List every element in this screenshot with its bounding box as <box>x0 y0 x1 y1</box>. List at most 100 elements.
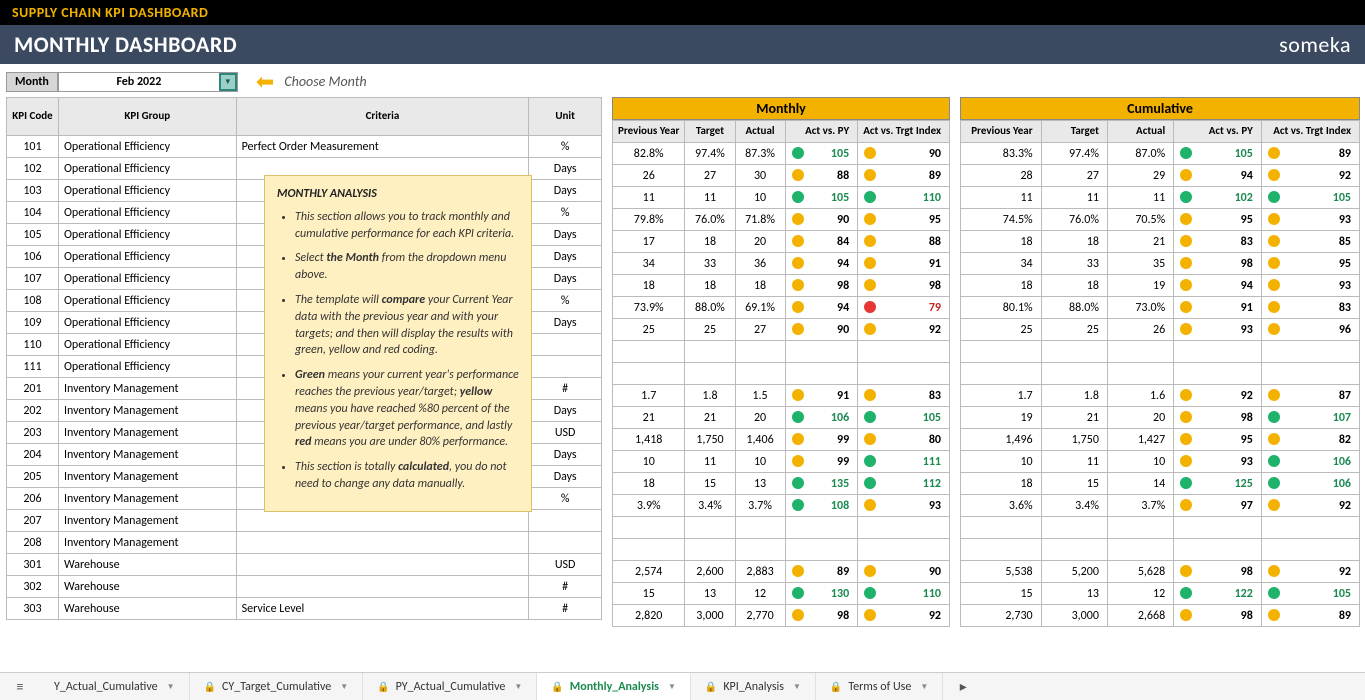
more-tabs-icon[interactable]: ▸ <box>943 678 983 695</box>
index-cell: 93 <box>1174 451 1262 473</box>
table-row[interactable]: 1,4961,7501,4279582 <box>961 429 1360 451</box>
py-cell: 2,574 <box>613 561 685 583</box>
table-row[interactable]: 212120106105 <box>613 407 950 429</box>
table-row[interactable]: 2627308889 <box>613 165 950 187</box>
status-dot-icon <box>1180 279 1192 291</box>
table-row[interactable]: 301WarehouseUSD <box>7 554 602 576</box>
status-dot-icon <box>1180 389 1192 401</box>
table-row[interactable]: 80.1%88.0%73.0%9183 <box>961 297 1360 319</box>
status-dot-icon <box>864 499 876 511</box>
table-row[interactable] <box>613 363 950 385</box>
table-row[interactable] <box>613 517 950 539</box>
table-row[interactable]: 1818189898 <box>613 275 950 297</box>
table-row[interactable] <box>961 539 1360 561</box>
actual-cell <box>735 363 785 385</box>
table-row[interactable]: 10111093106 <box>961 451 1360 473</box>
table-row[interactable]: 3433369491 <box>613 253 950 275</box>
table-row[interactable]: 151312130110 <box>613 583 950 605</box>
table-row[interactable]: 1,4181,7501,4069980 <box>613 429 950 451</box>
table-row[interactable] <box>961 363 1360 385</box>
unit-cell: Days <box>529 400 602 422</box>
table-row[interactable]: 302Warehouse# <box>7 576 602 598</box>
status-dot-icon <box>792 257 804 269</box>
table-row[interactable]: 2525279092 <box>613 319 950 341</box>
table-row[interactable] <box>961 517 1360 539</box>
status-dot-icon <box>1180 191 1192 203</box>
table-row[interactable]: 151312122105 <box>961 583 1360 605</box>
index-cell: 98 <box>1174 561 1262 583</box>
hamburger-icon[interactable]: ≡ <box>0 678 40 695</box>
target-cell: 3,000 <box>685 605 735 627</box>
table-row[interactable]: 303WarehouseService Level# <box>7 598 602 620</box>
table-row[interactable]: 83.3%97.4%87.0%10589 <box>961 143 1360 165</box>
target-cell: 3.4% <box>1041 495 1107 517</box>
month-select[interactable]: Feb 2022 ▼ <box>58 72 238 92</box>
table-row[interactable]: 181514125106 <box>961 473 1360 495</box>
col-actual-c: Actual <box>1107 121 1173 143</box>
status-dot-icon <box>1268 235 1280 247</box>
chevron-down-icon[interactable]: ▼ <box>219 73 237 91</box>
table-row[interactable] <box>613 341 950 363</box>
status-dot-icon <box>1268 301 1280 313</box>
table-row[interactable]: 181513135112 <box>613 473 950 495</box>
status-dot-icon <box>1180 169 1192 181</box>
table-row[interactable]: 1.71.81.59183 <box>613 385 950 407</box>
table-row[interactable] <box>961 341 1360 363</box>
py-cell: 18 <box>613 275 685 297</box>
table-row[interactable]: 1718208488 <box>613 231 950 253</box>
table-row[interactable]: 74.5%76.0%70.5%9593 <box>961 209 1360 231</box>
index-cell: 89 <box>785 561 858 583</box>
actual-cell: 10 <box>1107 451 1173 473</box>
col-unit: Unit <box>529 98 602 136</box>
table-row[interactable]: 111111102105 <box>961 187 1360 209</box>
table-row[interactable]: 1818199493 <box>961 275 1360 297</box>
tab-monthly-analysis[interactable]: 🔒Monthly_Analysis▼ <box>537 673 691 700</box>
table-row[interactable]: 208Inventory Management <box>7 532 602 554</box>
tab-cy-target-cumulative[interactable]: 🔒CY_Target_Cumulative▼ <box>190 673 364 700</box>
actual-cell: 29 <box>1107 165 1173 187</box>
table-row[interactable]: 3.9%3.4%3.7%10893 <box>613 495 950 517</box>
table-row[interactable]: 10111099111 <box>613 451 950 473</box>
page-title: MONTHLY DASHBOARD <box>14 31 237 58</box>
tab-y-actual-cumulative[interactable]: Y_Actual_Cumulative▼ <box>40 673 190 700</box>
table-row[interactable]: 3433359895 <box>961 253 1360 275</box>
py-cell: 34 <box>613 253 685 275</box>
unit-cell: # <box>529 378 602 400</box>
kpi-group-cell: Inventory Management <box>58 400 236 422</box>
index-cell: 105 <box>1174 143 1262 165</box>
table-row[interactable]: 1818218385 <box>961 231 1360 253</box>
tab-terms-of-use[interactable]: 🔒Terms of Use▼ <box>816 673 943 700</box>
actual-cell <box>1107 363 1173 385</box>
table-row[interactable]: 101Operational EfficiencyPerfect Order M… <box>7 136 602 158</box>
table-row[interactable]: 19212098107 <box>961 407 1360 429</box>
table-row[interactable]: 207Inventory Management <box>7 510 602 532</box>
kpi-code-cell: 105 <box>7 224 59 246</box>
index-cell: 98 <box>1174 605 1262 627</box>
tab-kpi-analysis[interactable]: 🔒KPI_Analysis▼ <box>691 673 816 700</box>
status-dot-icon <box>864 565 876 577</box>
table-row[interactable]: 111110105110 <box>613 187 950 209</box>
table-row[interactable]: 5,5385,2005,6289892 <box>961 561 1360 583</box>
target-cell: 1.8 <box>685 385 735 407</box>
table-row[interactable]: 82.8%97.4%87.3%10590 <box>613 143 950 165</box>
table-row[interactable]: 73.9%88.0%69.1%9479 <box>613 297 950 319</box>
index-cell: 89 <box>1261 605 1359 627</box>
col-py-c: Previous Year <box>961 121 1042 143</box>
table-row[interactable]: 2,5742,6002,8838990 <box>613 561 950 583</box>
table-row[interactable]: 2,7303,0002,6689889 <box>961 605 1360 627</box>
table-row[interactable]: 2,8203,0002,7709892 <box>613 605 950 627</box>
table-row[interactable]: 3.6%3.4%3.7%9792 <box>961 495 1360 517</box>
py-cell <box>613 539 685 561</box>
table-row[interactable]: 2525269396 <box>961 319 1360 341</box>
chevron-down-icon: ▼ <box>793 682 801 692</box>
py-cell: 15 <box>613 583 685 605</box>
table-row[interactable]: 79.8%76.0%71.8%9095 <box>613 209 950 231</box>
table-row[interactable]: 2827299492 <box>961 165 1360 187</box>
cumulative-section-title: Cumulative <box>960 97 1360 120</box>
actual-cell: 69.1% <box>735 297 785 319</box>
target-cell: 13 <box>1041 583 1107 605</box>
tab-py-actual-cumulative[interactable]: 🔒PY_Actual_Cumulative▼ <box>363 673 537 700</box>
table-row[interactable]: 1.71.81.69287 <box>961 385 1360 407</box>
py-cell: 2,820 <box>613 605 685 627</box>
table-row[interactable] <box>613 539 950 561</box>
